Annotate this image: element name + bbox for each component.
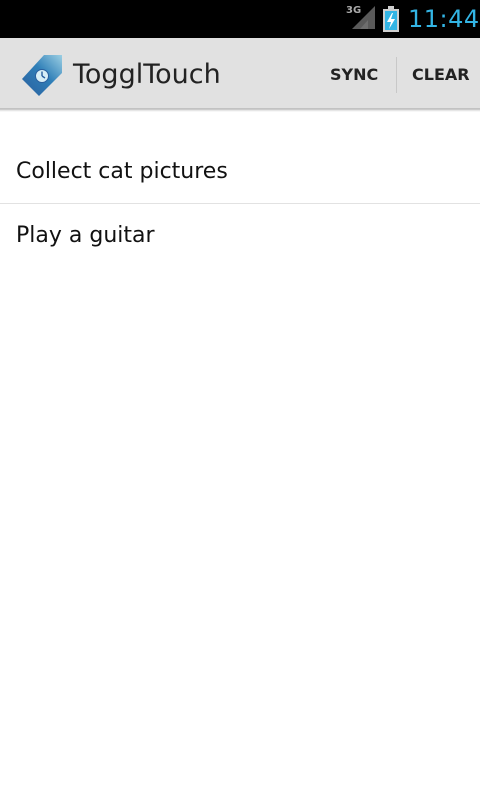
status-bar: 3G 11:44 xyxy=(0,0,480,38)
action-bar xyxy=(0,38,480,110)
app-title: TogglTouch xyxy=(73,59,221,90)
list-item-label: Collect cat pictures xyxy=(16,159,228,184)
task-list: Collect cat pictures Play a guitar xyxy=(0,140,480,267)
signal-icon xyxy=(352,6,375,29)
list-item[interactable]: Play a guitar xyxy=(0,204,480,267)
action-bar-shadow xyxy=(0,108,480,112)
toggl-clock-tag-icon[interactable] xyxy=(20,52,64,98)
screen: 3G 11:44 TogglTouch SYNC CLEAR Collect c… xyxy=(0,0,480,800)
sync-button[interactable]: SYNC xyxy=(330,56,378,94)
battery-charging-icon xyxy=(382,6,400,32)
clear-button[interactable]: CLEAR xyxy=(412,56,470,94)
list-item-label: Play a guitar xyxy=(16,223,155,248)
list-item[interactable]: Collect cat pictures xyxy=(0,140,480,203)
network-indicator: 3G xyxy=(346,6,376,30)
action-divider xyxy=(396,57,397,93)
status-time: 11:44 xyxy=(408,5,480,33)
